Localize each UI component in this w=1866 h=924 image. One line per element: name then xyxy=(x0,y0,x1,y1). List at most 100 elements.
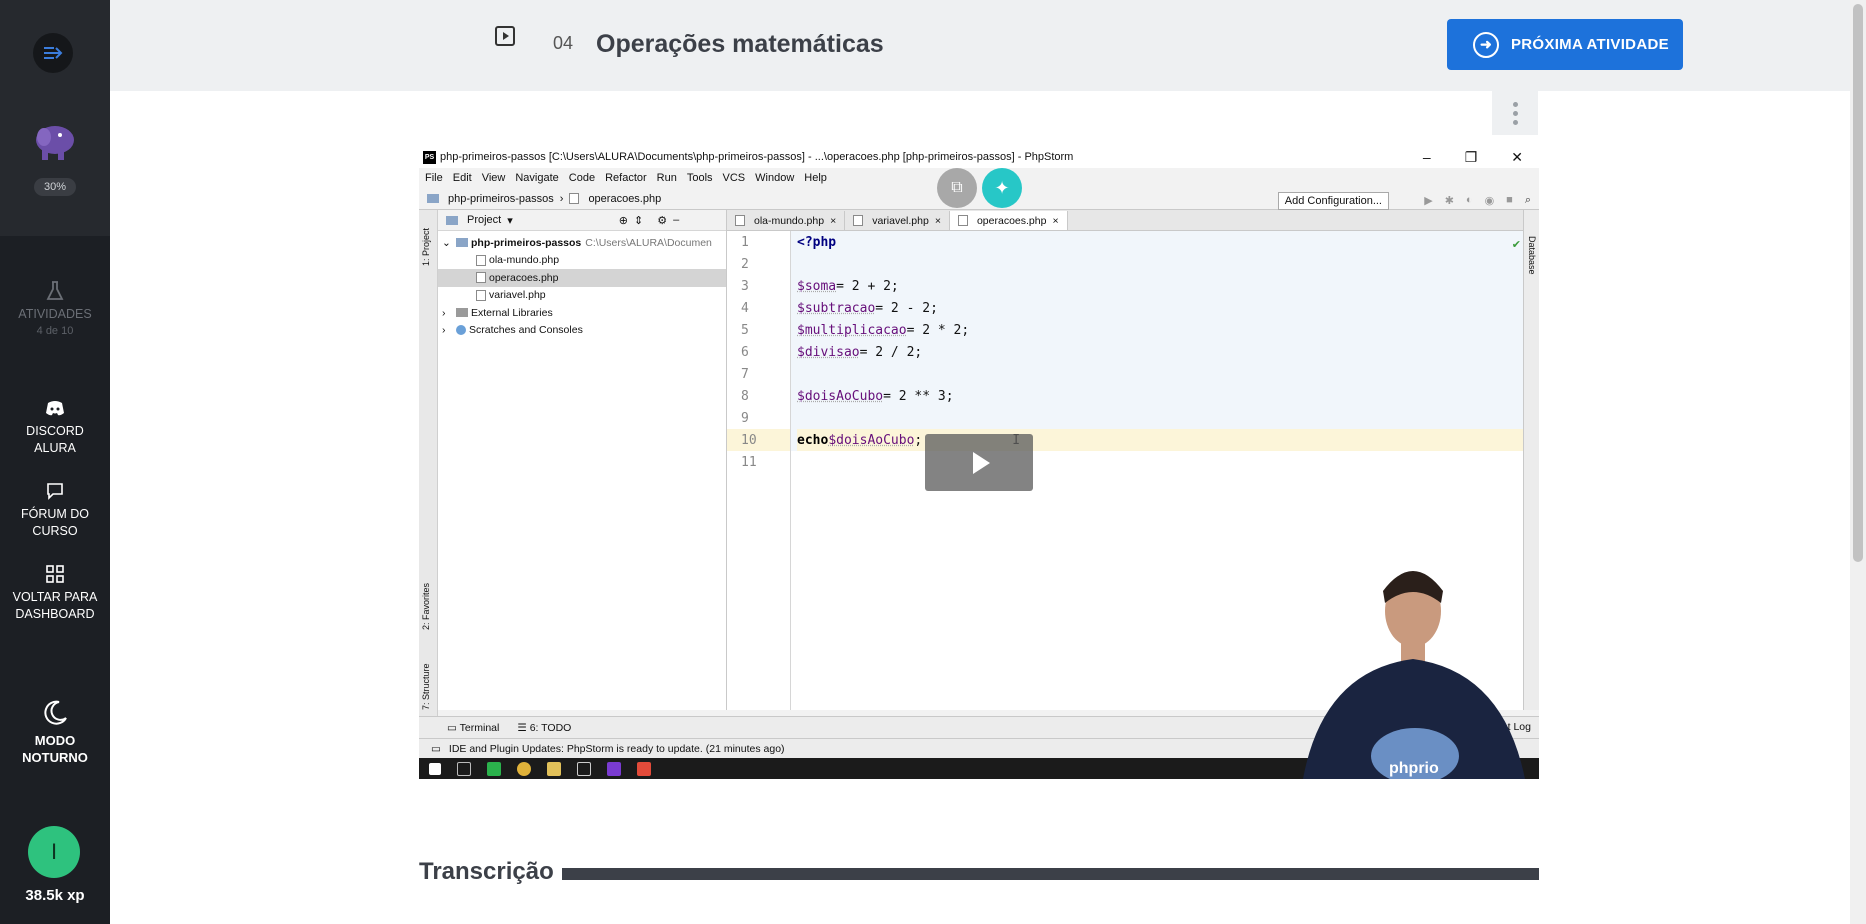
code-variable: $doisAoCubo xyxy=(797,388,884,404)
ide-project-pane: Project ▾ ⊕ ⇕ ⚙ – ⌄ php-primeiros-passos… xyxy=(438,210,727,710)
tree-scratches-row: › Scratches and Consoles xyxy=(438,322,726,340)
avatar[interactable]: I xyxy=(28,826,80,878)
ide-menu-refactor: Refactor xyxy=(605,172,647,184)
code-line: $soma = 2 + 2; xyxy=(797,275,1531,297)
hide-icon: – xyxy=(673,214,680,226)
ide-status-text: IDE and Plugin Updates: PhpStorm is read… xyxy=(448,742,785,755)
activities-nav[interactable]: ATIVIDADES 4 de 10 xyxy=(0,280,110,340)
checkmark-icon: ✔ xyxy=(1511,239,1521,251)
ide-search-icon: ⌕ xyxy=(1524,194,1531,206)
app-icon xyxy=(487,761,501,776)
discord-link[interactable]: DISCORD ALURA xyxy=(0,397,110,457)
code-line-current: echo $doisAoCubo;I xyxy=(797,429,1531,451)
tree-root-label: php-primeiros-passos xyxy=(471,236,582,249)
forum-link[interactable]: FÓRUM DO CURSO xyxy=(0,480,110,540)
play-icon xyxy=(972,451,990,474)
code-expression: = 2 / 2; xyxy=(859,344,923,360)
ide-menu-edit: Edit xyxy=(452,172,472,184)
chevron-down-icon: ⌄ xyxy=(442,236,451,249)
code-line: $multiplicacao = 2 * 2; xyxy=(797,319,1531,341)
chrome-icon xyxy=(517,761,531,776)
project-pane-label: Project xyxy=(467,214,502,226)
next-activity-label: PRÓXIMA ATIVIDADE xyxy=(1511,36,1669,53)
night-mode-toggle[interactable]: MODO NOTURNO xyxy=(0,698,110,766)
ide-menu-help: Help xyxy=(804,172,827,184)
phpstorm-icon xyxy=(607,761,621,776)
windows-start-icon xyxy=(429,762,441,775)
night-mode-label: MODO NOTURNO xyxy=(22,733,88,765)
php-file-icon xyxy=(569,193,580,204)
line-number: 2 xyxy=(741,256,749,272)
page-title: Operações matemáticas xyxy=(596,30,884,58)
transcription-title: Transcrição xyxy=(419,858,554,885)
line-gutter: 1 2 3 4 5 6 7 8 9 10 11 xyxy=(727,231,791,710)
tree-root-row: ⌄ php-primeiros-passos C:\Users\ALURA\Do… xyxy=(438,234,726,252)
editor-tab: variavel.php × xyxy=(845,211,950,230)
line-number: 1 xyxy=(741,234,749,250)
line-number: 4 xyxy=(741,300,749,316)
restore-icon: ❐ xyxy=(1464,149,1478,165)
php-file-icon xyxy=(853,215,864,226)
strip-project-label: 1: Project xyxy=(421,227,431,266)
code-variable: $subtracao xyxy=(797,300,876,316)
ide-menu-vcs: VCS xyxy=(722,172,746,184)
editor-tabs: ola-mundo.php × variavel.php × operacoes… xyxy=(727,210,1539,231)
ide-breadcrumb-project: php-primeiros-passos xyxy=(448,192,554,205)
status-icon: ▭ xyxy=(431,742,441,755)
activities-label: ATIVIDADES xyxy=(18,307,92,321)
code-expression: = 2 * 2; xyxy=(906,322,970,338)
sidebar-course-section: 30% xyxy=(0,0,110,236)
collapse-icon: ⇕ xyxy=(634,214,644,227)
ai-assistant-button[interactable]: ✦ xyxy=(982,168,1022,208)
folder-icon xyxy=(456,238,468,248)
sidebar: 30% ATIVIDADES 4 de 10 DISCORD ALURA FÓR… xyxy=(0,0,110,924)
ide-menu-window: Window xyxy=(755,172,795,184)
php-elephant-icon[interactable] xyxy=(32,120,78,166)
close-icon: ✕ xyxy=(1511,149,1523,165)
picture-in-picture-button[interactable]: ⧉ xyxy=(937,168,977,208)
ide-breadcrumb-file: operacoes.php xyxy=(588,192,662,205)
forum-label: FÓRUM DO CURSO xyxy=(20,507,90,538)
editor-tab-label: ola-mundo.php xyxy=(754,214,825,227)
arrow-right-icon: ➜ xyxy=(1473,31,1499,58)
ide-menu-view: View xyxy=(481,172,506,184)
presenter-video-image: phprio xyxy=(1303,571,1525,779)
ide-run-toolbar: ▶ ✱ ◐ ◉ ■ ⌕ xyxy=(1424,194,1531,207)
locate-icon: ⊕ xyxy=(618,214,628,227)
tree-file-row: variavel.php xyxy=(438,287,726,305)
add-configuration-field: Add Configuration... xyxy=(1277,192,1389,210)
tree-file-row-selected: operacoes.php xyxy=(438,269,726,287)
list-icon: ☰ xyxy=(517,721,530,734)
task-view-icon xyxy=(457,761,471,776)
transcription-divider xyxy=(562,868,1539,880)
discord-icon xyxy=(46,401,64,416)
more-options-button[interactable] xyxy=(1492,91,1538,135)
code-line: $doisAoCubo = 2 ** 3; xyxy=(797,385,1531,407)
page-scrollbar[interactable] xyxy=(1850,0,1866,924)
ide-menubar: File Edit View Navigate Code Refactor Ru… xyxy=(419,168,1539,188)
menu-toggle-button[interactable] xyxy=(33,33,73,73)
tree-external-label: External Libraries xyxy=(471,306,553,319)
todo-tab: ☰ 6: TODO xyxy=(517,722,571,734)
ide-left-toolstrip: 1: Project 2: Favorites 7: Structure xyxy=(419,210,438,770)
ide-menu-code: Code xyxy=(568,172,596,184)
debug-icon: ✱ xyxy=(1444,195,1454,207)
ide-window-title: php-primeiros-passos [C:\Users\ALURA\Doc… xyxy=(440,151,1074,163)
editor-tab: ola-mundo.php × xyxy=(727,211,846,230)
chevron-down-icon: ▾ xyxy=(507,214,513,227)
ide-menu-tools: Tools xyxy=(686,172,713,184)
video-player[interactable]: PS php-primeiros-passos [C:\Users\ALURA\… xyxy=(419,146,1539,779)
code-expression: = 2 - 2; xyxy=(875,300,938,316)
ide-window-titlebar: PS php-primeiros-passos [C:\Users\ALURA\… xyxy=(419,146,1539,168)
gear-icon: ⚙ xyxy=(657,214,668,227)
discord-label: DISCORD ALURA xyxy=(26,424,84,455)
next-activity-button[interactable]: ➜ PRÓXIMA ATIVIDADE xyxy=(1447,19,1683,70)
dashboard-link[interactable]: VOLTAR PARA DASHBOARD xyxy=(0,563,110,623)
code-keyword: echo xyxy=(797,432,829,448)
breadcrumb-separator-icon: › xyxy=(559,192,564,205)
todo-tab-label: 6: TODO xyxy=(529,721,572,734)
code-line: $subtracao = 2 - 2; xyxy=(797,297,1531,319)
play-button[interactable] xyxy=(925,434,1033,491)
scrollbar-thumb[interactable] xyxy=(1853,4,1863,562)
